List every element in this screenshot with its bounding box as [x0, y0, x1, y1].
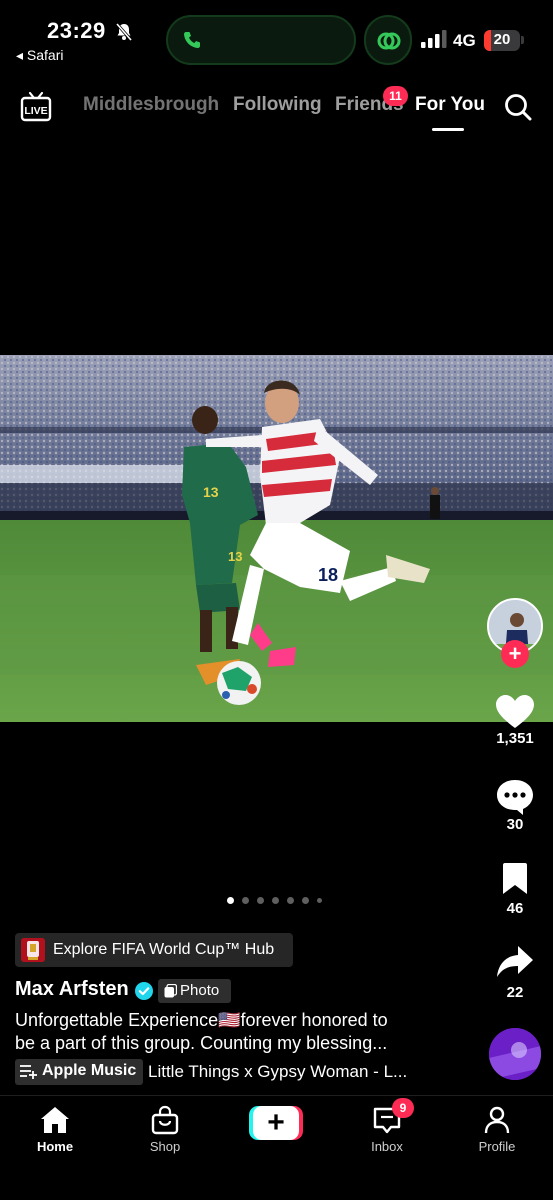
svg-text:13: 13 [228, 549, 242, 564]
author-name[interactable]: Max Arfsten [15, 978, 129, 1001]
comment-count: 30 [506, 816, 524, 833]
save-action[interactable]: 46 [484, 862, 546, 917]
phone-icon [184, 32, 200, 48]
carousel-dot [227, 897, 234, 904]
profile-label: Profile [478, 1139, 516, 1154]
battery-level: 20 [493, 31, 511, 48]
bottom-tab-bar: Home Shop + Inbox Profile [0, 1095, 553, 1200]
battery-indicator: 20 [484, 30, 520, 51]
svg-text:18: 18 [318, 565, 338, 585]
home-label: Home [36, 1139, 74, 1154]
create-post-button[interactable]: + [249, 1106, 303, 1140]
battery-tip [521, 36, 524, 44]
cellular-signal-icon [421, 30, 447, 48]
comment-bubble-icon [497, 780, 533, 815]
link-rings-icon [377, 32, 401, 50]
clock: 23:29 [47, 18, 106, 43]
share-arrow-icon [497, 946, 533, 977]
post-caption[interactable]: Unforgettable Experience🇺🇸forever honore… [15, 1009, 435, 1055]
tab-inbox[interactable]: Inbox [342, 1096, 432, 1154]
soccer-match-image: 13 13 18 [0, 355, 553, 722]
shareplay-pill[interactable] [364, 15, 412, 65]
status-bar: 23:29 ◂ Safari 4G 20 [0, 0, 553, 78]
caption-line-1: Unforgettable Experience🇺🇸forever honore… [15, 1010, 388, 1030]
fifa-hub-label: Explore FIFA World Cup™ Hub [53, 941, 275, 958]
carousel-dot [242, 897, 249, 904]
follow-button[interactable]: + [501, 640, 529, 668]
profile-icon [484, 1106, 510, 1134]
inbox-label: Inbox [371, 1139, 403, 1154]
network-type: 4G [453, 31, 476, 50]
fifa-logo-icon [21, 938, 45, 962]
photo-type-tag: Photo [158, 979, 231, 1003]
carousel-dot [272, 897, 279, 904]
tab-middlesbrough[interactable]: Middlesbrough [83, 94, 219, 116]
active-tab-indicator [432, 128, 464, 131]
carousel-dot [317, 898, 322, 903]
bookmark-icon [503, 863, 527, 894]
tab-following[interactable]: Following [233, 94, 322, 116]
like-count: 1,351 [496, 730, 534, 747]
back-to-safari[interactable]: ◂ Safari [16, 47, 64, 64]
tab-home[interactable]: Home [10, 1096, 100, 1154]
live-icon[interactable]: LIVE [20, 90, 52, 122]
search-icon[interactable] [503, 92, 533, 122]
like-action[interactable]: 1,351 [484, 694, 546, 747]
post-photo[interactable]: 13 13 18 [0, 355, 553, 722]
tab-for-you[interactable]: For You [415, 94, 485, 116]
carousel-dot [302, 897, 309, 904]
music-row[interactable]: Apple Music Little Things x Gypsy Woman … [15, 1059, 435, 1085]
apple-music-label: Apple Music [42, 1062, 137, 1079]
fifa-hub-chip[interactable]: Explore FIFA World Cup™ Hub [15, 933, 293, 967]
apple-music-chip[interactable]: Apple Music [15, 1059, 143, 1085]
plus-icon: + [267, 1106, 285, 1139]
svg-text:13: 13 [203, 484, 219, 500]
carousel-dot [287, 897, 294, 904]
inbox-badge: 9 [392, 1098, 414, 1118]
photo-tag-label: Photo [180, 982, 220, 999]
music-disc[interactable] [489, 1028, 541, 1080]
tab-profile[interactable]: Profile [452, 1096, 542, 1154]
caption-line-2: be a part of this group. Counting my ble… [15, 1033, 388, 1053]
comment-action[interactable]: 30 [484, 778, 546, 833]
shopping-bag-icon [151, 1105, 179, 1135]
heart-icon [496, 695, 534, 728]
add-to-playlist-icon [20, 1065, 37, 1079]
live-label: LIVE [24, 105, 47, 117]
share-action[interactable]: 22 [484, 944, 546, 1001]
active-call-pill[interactable] [166, 15, 356, 65]
music-cover-art [489, 1028, 541, 1080]
verified-badge-icon [135, 982, 153, 1000]
carousel-dot [257, 897, 264, 904]
tab-shop[interactable]: Shop [120, 1096, 210, 1154]
share-count: 22 [506, 984, 524, 1001]
friends-notification-badge: 11 [383, 86, 408, 106]
silent-bell-icon [115, 23, 133, 41]
home-icon [41, 1107, 69, 1133]
photo-stack-icon [164, 984, 177, 998]
save-count: 46 [506, 900, 524, 917]
track-title: Little Things x Gypsy Woman - L... [148, 1062, 408, 1081]
shop-label: Shop [149, 1139, 181, 1154]
feed-top-nav: LIVE Middlesbrough Following Friends 11 … [0, 82, 553, 132]
